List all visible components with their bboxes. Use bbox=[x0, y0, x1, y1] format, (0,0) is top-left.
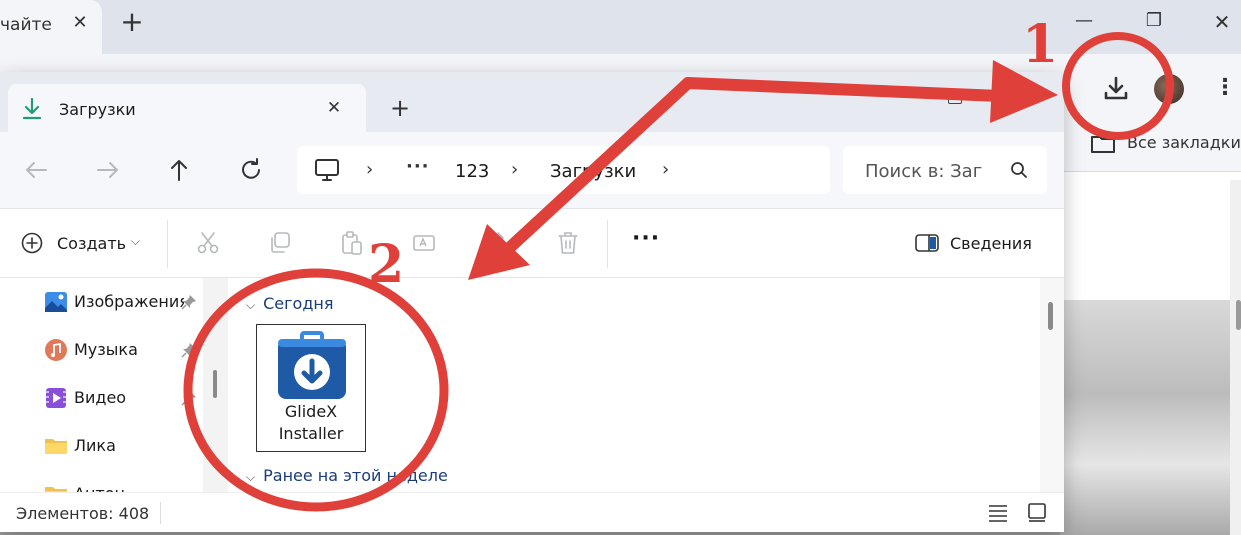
sidebar-item-anton[interactable]: Антон bbox=[44, 479, 204, 492]
browser-new-tab-button[interactable]: + bbox=[118, 8, 146, 36]
item-count: Элементов: 408 bbox=[16, 504, 150, 523]
sidebar-item-pictures[interactable]: Изображения bbox=[44, 287, 204, 317]
group-header-earlier[interactable]: ⌵ Ранее на этой неделе bbox=[246, 466, 448, 485]
command-bar bbox=[0, 208, 1064, 278]
refresh-icon[interactable] bbox=[237, 156, 265, 184]
toolbar-divider bbox=[607, 220, 608, 268]
close-window-button[interactable]: ✕ bbox=[1207, 10, 1237, 36]
chevron-down-icon[interactable]: ⌵ bbox=[246, 298, 255, 313]
forward-arrow-icon[interactable] bbox=[94, 156, 122, 184]
sidebar-item-video[interactable]: Видео bbox=[44, 383, 204, 413]
breadcrumb-chevron-icon[interactable]: › bbox=[366, 158, 380, 182]
explorer-tab-title: Загрузки bbox=[59, 100, 136, 119]
all-bookmarks-label[interactable]: Все закладки bbox=[1127, 133, 1241, 152]
maximize-button[interactable]: ❐ bbox=[1139, 10, 1169, 36]
page-image bbox=[1060, 300, 1241, 535]
sidebar-item-label: Лика bbox=[74, 436, 116, 455]
sidebar-item-lika[interactable]: Лика bbox=[44, 431, 204, 461]
folder-icon bbox=[45, 439, 67, 454]
search-icon[interactable] bbox=[1010, 161, 1028, 179]
pin-icon[interactable] bbox=[180, 341, 198, 359]
navigation-pane: Изображения Музыка Видео Лика bbox=[0, 278, 228, 492]
breadcrumb-chevron-icon[interactable]: › bbox=[662, 158, 676, 182]
copy-icon[interactable] bbox=[267, 230, 293, 256]
pin-icon[interactable] bbox=[180, 293, 198, 311]
breadcrumb-item[interactable]: 123 bbox=[455, 161, 489, 182]
browser-tab-close-icon[interactable]: ✕ bbox=[68, 11, 92, 35]
installer-icon bbox=[278, 331, 346, 399]
avatar[interactable] bbox=[1154, 74, 1184, 104]
sidebar-item-music[interactable]: Музыка bbox=[44, 335, 204, 365]
breadcrumb-more-button[interactable]: ··· bbox=[406, 156, 430, 177]
more-options-button[interactable]: ··· bbox=[632, 226, 660, 251]
back-arrow-icon[interactable] bbox=[22, 156, 50, 184]
page-scrollbar-thumb[interactable] bbox=[1236, 300, 1241, 330]
details-pane-icon[interactable] bbox=[915, 234, 939, 252]
status-divider bbox=[160, 502, 161, 524]
navigation-pane-scrollbar-thumb[interactable] bbox=[213, 370, 217, 398]
up-arrow-icon[interactable] bbox=[165, 156, 193, 184]
folder-icon[interactable] bbox=[1090, 134, 1116, 154]
download-icon[interactable] bbox=[1098, 71, 1134, 107]
chevron-down-icon[interactable]: ⌵ bbox=[246, 470, 255, 485]
sidebar-item-label: Антон bbox=[74, 484, 184, 492]
kebab-menu-icon[interactable]: ⋮ bbox=[1214, 74, 1236, 104]
cut-icon[interactable] bbox=[195, 230, 221, 256]
file-name: GlideX Installer bbox=[278, 402, 344, 443]
large-icons-view-icon[interactable] bbox=[1027, 502, 1047, 522]
new-button[interactable]: Создать bbox=[57, 234, 126, 253]
restore-icon[interactable] bbox=[948, 92, 962, 104]
rename-icon[interactable] bbox=[411, 230, 437, 256]
details-button[interactable]: Сведения bbox=[950, 234, 1032, 253]
sidebar-item-label: Видео bbox=[74, 388, 127, 407]
folder-icon bbox=[45, 487, 67, 492]
sidebar-item-label: Изображения bbox=[74, 292, 184, 311]
chevron-down-icon[interactable]: ⌵ bbox=[131, 234, 140, 249]
explorer-tab-close-icon[interactable]: ✕ bbox=[324, 98, 344, 118]
group-header-label: Сегодня bbox=[263, 294, 334, 313]
paste-icon[interactable] bbox=[339, 230, 365, 256]
breadcrumb-item[interactable]: Загрузки bbox=[550, 161, 636, 182]
explorer-new-tab-button[interactable]: + bbox=[388, 96, 412, 120]
computer-icon[interactable] bbox=[314, 158, 340, 182]
file-item[interactable]: GlideX Installer bbox=[256, 324, 366, 452]
file-list-scrollbar-thumb[interactable] bbox=[1048, 302, 1053, 330]
delete-icon[interactable] bbox=[555, 230, 581, 256]
add-circle-icon[interactable] bbox=[20, 231, 44, 255]
pin-icon[interactable] bbox=[180, 389, 198, 407]
group-header-today[interactable]: ⌵ Сегодня bbox=[246, 294, 333, 313]
minimize-button[interactable]: — bbox=[1069, 10, 1099, 36]
page-scrollbar[interactable] bbox=[1230, 180, 1241, 535]
details-view-icon[interactable] bbox=[988, 504, 1008, 522]
share-icon[interactable] bbox=[483, 230, 509, 256]
browser-tab-title: чайте р bbox=[0, 15, 58, 35]
sidebar-item-label: Музыка bbox=[74, 340, 138, 359]
breadcrumb-chevron-icon[interactable]: › bbox=[511, 158, 525, 182]
toolbar-divider bbox=[167, 220, 168, 268]
downloads-icon bbox=[22, 97, 42, 120]
music-icon bbox=[45, 339, 67, 361]
pictures-icon bbox=[45, 292, 67, 312]
search-placeholder: Поиск в: Загрузки bbox=[865, 161, 983, 182]
group-header-label: Ранее на этой неделе bbox=[263, 466, 448, 485]
video-icon bbox=[46, 388, 66, 408]
